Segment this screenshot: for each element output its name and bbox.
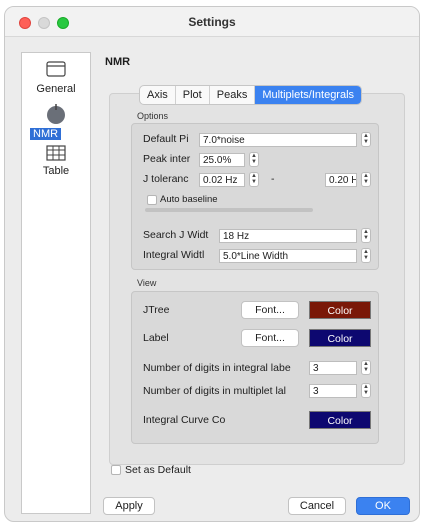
tab-axis[interactable]: Axis <box>140 86 176 104</box>
digits-multiplet-stepper[interactable]: ▲ ▼ <box>361 383 371 398</box>
view-group-label: View <box>137 278 157 288</box>
sidebar-item-nmr[interactable]: NMR <box>22 103 90 145</box>
integral-width-stepper[interactable]: ▲ ▼ <box>361 248 371 263</box>
cancel-button[interactable]: Cancel <box>288 497 346 515</box>
window-title: Settings <box>188 15 236 29</box>
j-tolerance-max-stepper[interactable]: ▲ ▼ <box>361 172 371 187</box>
search-j-width-label: Search J Widt <box>143 229 209 241</box>
digits-multiplet-field[interactable]: 3 <box>309 384 357 398</box>
auto-baseline-checkbox[interactable] <box>147 195 157 205</box>
digits-multiplet-label: Number of digits in multiplet lal <box>143 385 286 397</box>
search-j-width-stepper[interactable]: ▲ ▼ <box>361 228 371 243</box>
peak-interval-field[interactable]: 25.0% <box>199 153 245 167</box>
sidebar-item-label: Table <box>42 165 70 177</box>
integral-curve-color-label: Integral Curve Co <box>143 414 226 426</box>
jtree-color-button[interactable]: Color <box>309 301 371 319</box>
j-tolerance-max-field[interactable]: 0.20 H <box>325 173 357 187</box>
tab-bar: Axis Plot Peaks Multiplets/Integrals <box>139 85 363 105</box>
j-tolerance-min-stepper[interactable]: ▲ ▼ <box>249 172 259 187</box>
panel-title: NMR <box>105 56 131 68</box>
sidebar-item-general[interactable]: General <box>22 61 90 101</box>
label-label: Label <box>143 332 169 344</box>
jtree-label: JTree <box>143 304 170 316</box>
apply-button[interactable]: Apply <box>103 497 155 515</box>
ok-button[interactable]: OK <box>356 497 410 515</box>
tab-peaks[interactable]: Peaks <box>210 86 256 104</box>
j-tolerance-separator: - <box>271 173 275 185</box>
peak-interval-stepper[interactable]: ▲ ▼ <box>249 152 259 167</box>
tab-multiplets-integrals[interactable]: Multiplets/Integrals <box>255 86 362 104</box>
jtree-font-button[interactable]: Font... <box>241 301 299 319</box>
sidebar-item-table[interactable]: Table <box>22 145 90 185</box>
sidebar: General NMR Table <box>21 52 91 514</box>
auto-baseline-label: Auto baseline <box>160 194 218 205</box>
default-peak-label: Default Pi <box>143 133 189 145</box>
window-icon <box>46 61 66 77</box>
j-tolerance-min-field[interactable]: 0.02 Hz <box>199 173 245 187</box>
options-group-label: Options <box>137 111 169 121</box>
peak-interval-label: Peak inter <box>143 153 191 165</box>
integral-curve-color-button[interactable]: Color <box>309 411 371 429</box>
set-default-label: Set as Default <box>125 464 191 476</box>
settings-window: Settings General NMR Table NMR Axis Plot… <box>4 6 420 522</box>
tab-plot[interactable]: Plot <box>176 86 210 104</box>
j-tolerance-label: J toleranc <box>143 173 189 185</box>
table-icon <box>46 145 66 161</box>
default-peak-stepper[interactable]: ▲ ▼ <box>361 132 371 147</box>
auto-baseline-slider[interactable] <box>145 208 313 212</box>
integral-width-field[interactable]: 5.0*Line Width <box>219 249 357 263</box>
integral-width-label: Integral Widtl <box>143 249 205 261</box>
set-default-checkbox[interactable] <box>111 465 121 475</box>
sidebar-item-label: General <box>36 83 76 95</box>
digits-integral-field[interactable]: 3 <box>309 361 357 375</box>
default-peak-field[interactable]: 7.0*noise <box>199 133 357 147</box>
title-bar: Settings <box>5 7 419 37</box>
magnet-ball-icon <box>47 104 65 124</box>
sidebar-item-label: NMR <box>30 128 62 140</box>
search-j-width-field[interactable]: 18 Hz <box>219 229 357 243</box>
label-font-button[interactable]: Font... <box>241 329 299 347</box>
digits-integral-stepper[interactable]: ▲ ▼ <box>361 360 371 375</box>
label-color-button[interactable]: Color <box>309 329 371 347</box>
digits-integral-label: Number of digits in integral labe <box>143 362 291 374</box>
